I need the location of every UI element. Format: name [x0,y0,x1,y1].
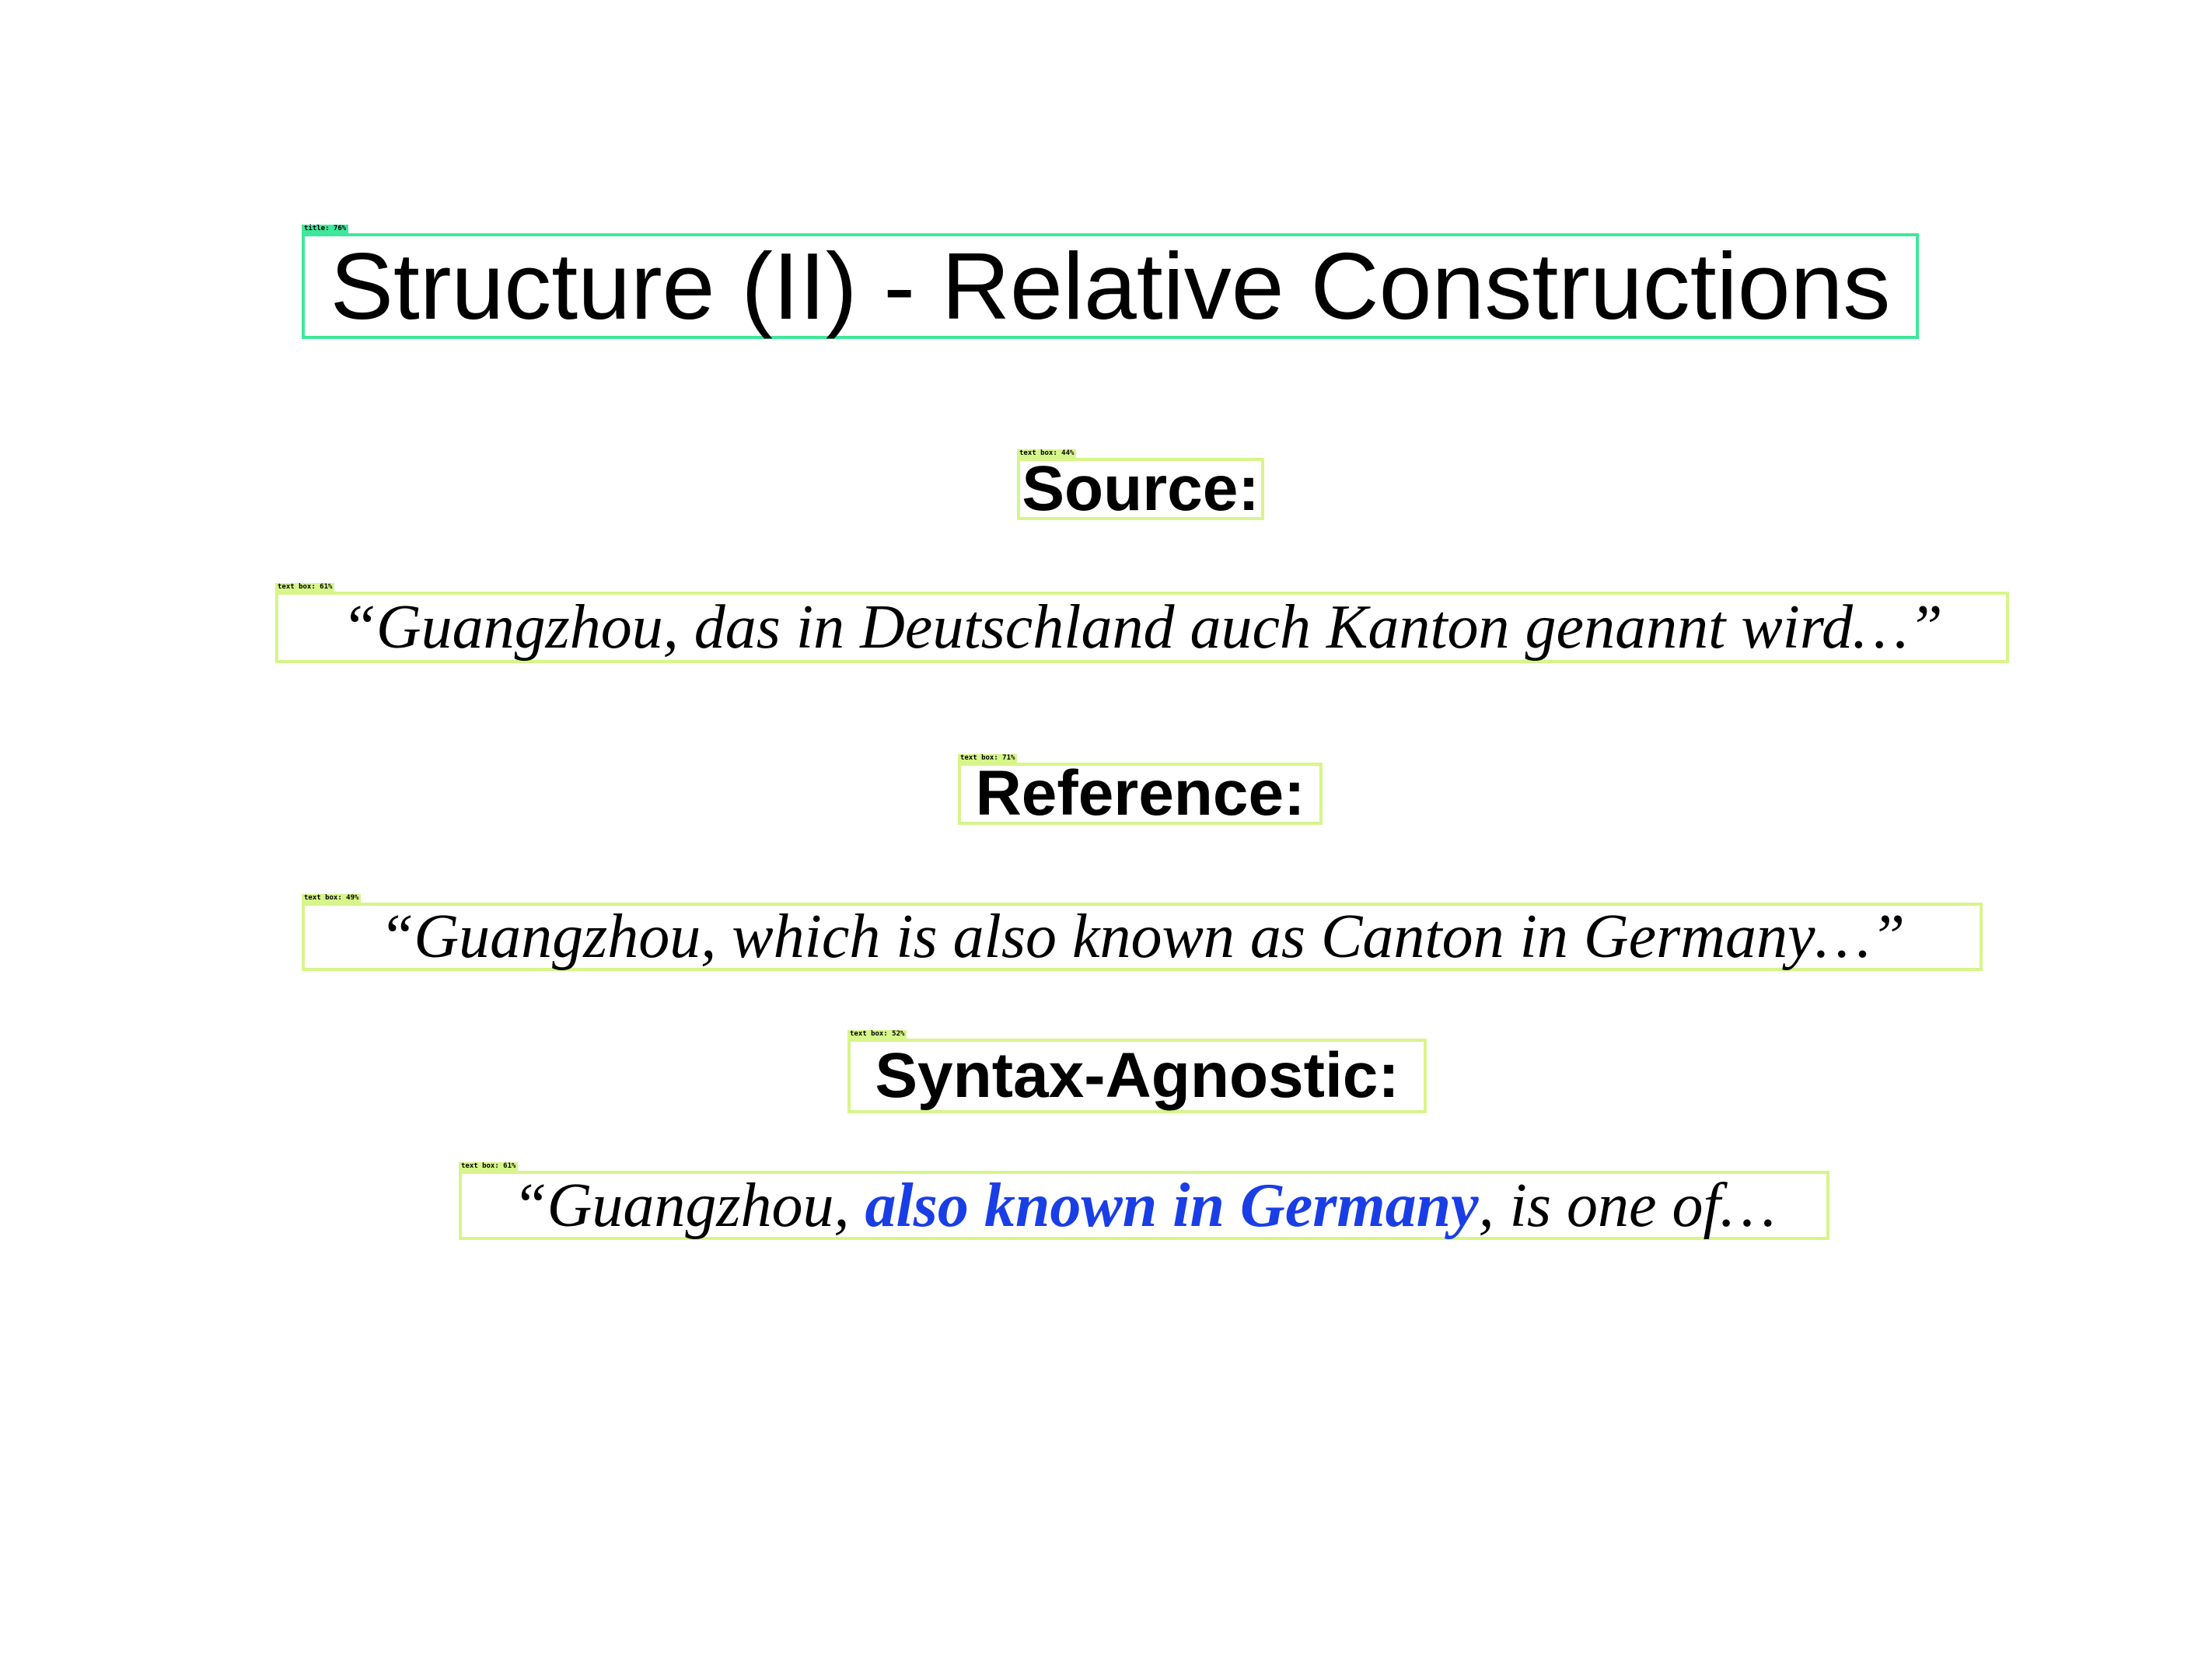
reference-quote-tag: text box: 49% [302,894,362,903]
syntax-agnostic-quote: “Guangzhou, also known in Germany, is on… [512,1175,1776,1237]
source-heading: Source: [1022,453,1260,524]
syntax-agnostic-quote-tag: text box: 61% [459,1162,519,1171]
syntax-agnostic-heading-box: text box: 52% Syntax-Agnostic: [847,1030,1427,1113]
quote-suffix: , is one of… [1478,1171,1776,1240]
highlighted-phrase: also known in Germany [865,1171,1479,1240]
reference-heading-box: text box: 71% Reference: [958,754,1323,829]
source-quote-tag: text box: 61% [275,583,335,592]
slide-title: Structure (II) - Relative Constructions [330,233,1891,339]
syntax-agnostic-heading: Syntax-Agnostic: [875,1040,1400,1111]
source-heading-tag: text box: 44% [1017,449,1077,458]
syntax-agnostic-quote-box: text box: 61% “Guangzhou, also known in … [459,1162,1829,1240]
title-box-tag: title: 76% [302,225,349,233]
quote-prefix: “Guangzhou, [512,1171,865,1240]
source-quote-box: text box: 61% “Guangzhou, das in Deutsch… [275,583,2009,663]
slide-title-box: title: 76% Structure (II) - Relative Con… [302,225,1919,339]
syntax-agnostic-heading-tag: text box: 52% [847,1030,907,1039]
reference-heading-tag: text box: 71% [958,754,1018,763]
reference-quote: “Guangzhou, which is also known as Canto… [379,903,1906,971]
reference-heading: Reference: [975,758,1305,829]
source-heading-box: text box: 44% Source: [1017,449,1264,524]
source-quote: “Guangzhou, das in Deutschland auch Kant… [341,593,1943,662]
reference-quote-box: text box: 49% “Guangzhou, which is also … [302,894,1983,971]
